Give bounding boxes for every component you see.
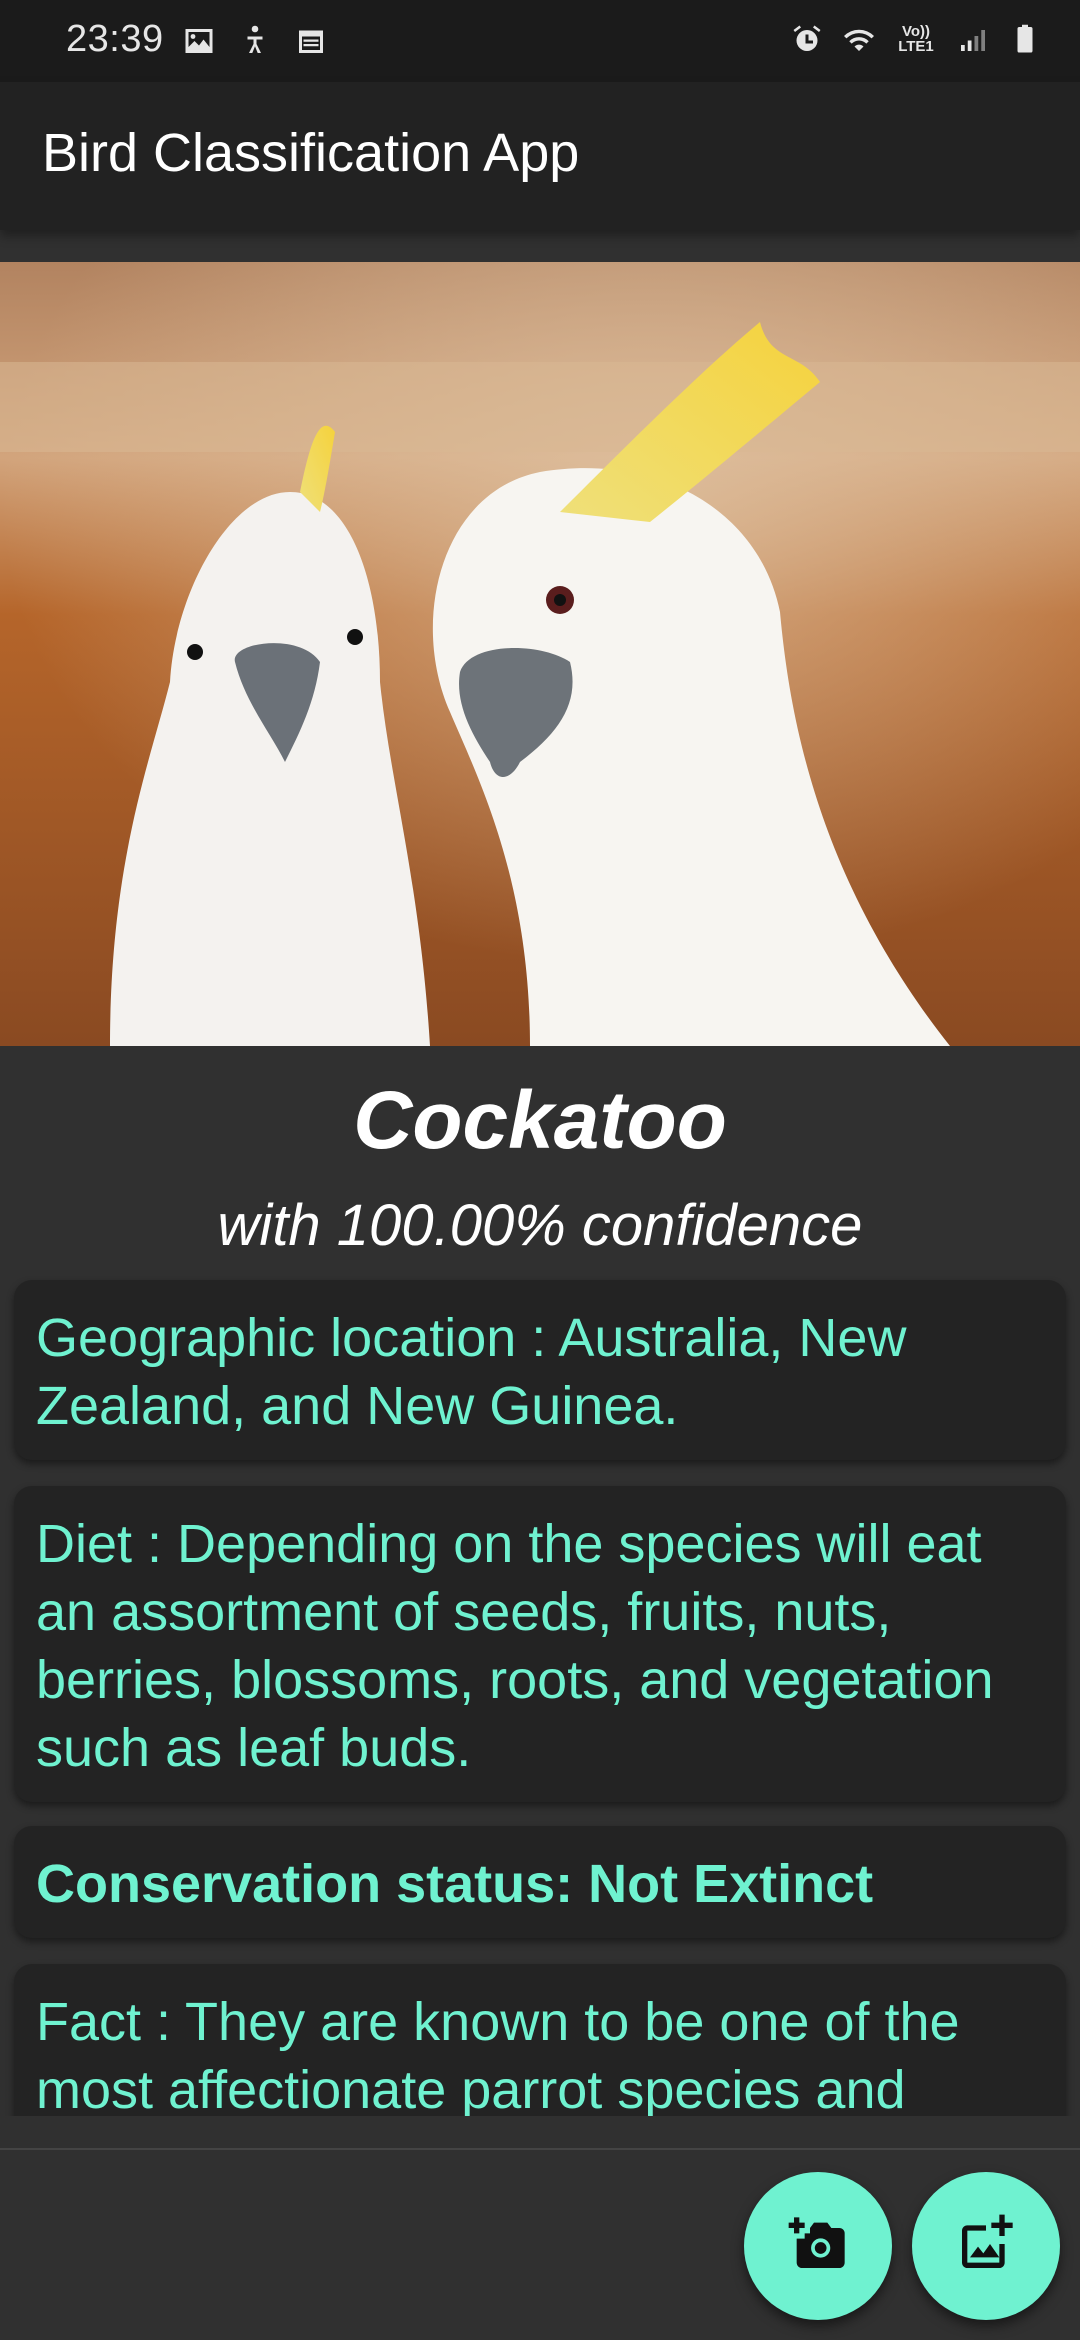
status-bar: 23:39 Vo)) LTE1 — [0, 0, 1080, 82]
status-icons-right: Vo)) LTE1 — [788, 20, 1044, 58]
bird-photo — [0, 262, 1080, 1046]
location-card: Geographic location : Australia, New Zea… — [14, 1280, 1066, 1460]
add-photo-gallery-icon — [954, 2212, 1018, 2281]
location-text: Geographic location : Australia, New Zea… — [36, 1308, 907, 1436]
camera-button[interactable] — [744, 2172, 892, 2320]
gallery-button[interactable] — [912, 2172, 1060, 2320]
signal-icon — [954, 20, 992, 58]
wifi-icon — [840, 20, 878, 58]
fact-text: Fact : They are known to be one of the m… — [36, 1992, 960, 2116]
fact-card: Fact : They are known to be one of the m… — [14, 1964, 1066, 2116]
status-icons-left — [180, 22, 330, 60]
bird-name: Cockatoo — [353, 1075, 727, 1166]
info-scroll-area[interactable]: Geographic location : Australia, New Zea… — [0, 1276, 1080, 2116]
volte-icon: Vo)) LTE1 — [892, 24, 940, 54]
conservation-text: Conservation status: Not Extinct — [36, 1854, 874, 1914]
app-bar: Bird Classification App — [0, 82, 1080, 230]
confidence-text: with 100.00% confidence — [217, 1193, 863, 1258]
image-icon — [180, 22, 218, 60]
volte-label-top: Vo)) — [901, 23, 931, 40]
alarm-icon — [788, 20, 826, 58]
status-time: 23:39 — [66, 18, 164, 60]
app-title: Bird Classification App — [42, 123, 580, 183]
conservation-card: Conservation status: Not Extinct — [14, 1826, 1066, 1938]
battery-icon — [1006, 20, 1044, 58]
diet-card: Diet : Depending on the species will eat… — [14, 1486, 1066, 1802]
add-photo-camera-icon — [786, 2212, 850, 2281]
accessibility-icon — [236, 22, 274, 60]
bottom-divider — [0, 2148, 1080, 2150]
diet-text: Diet : Depending on the species will eat… — [36, 1514, 994, 1778]
volte-label-bottom: LTE1 — [898, 38, 934, 55]
calendar-icon — [292, 22, 330, 60]
